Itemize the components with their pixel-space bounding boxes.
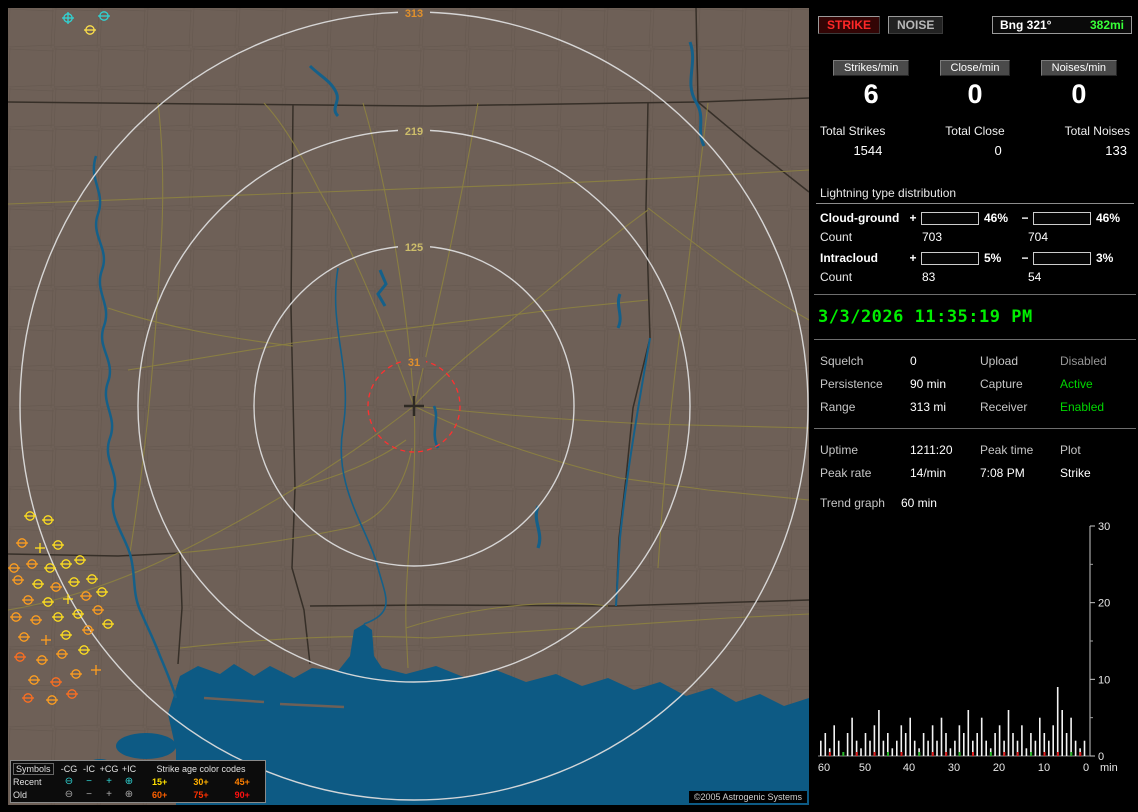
age-15: 15+	[152, 776, 168, 787]
cg-neg-icon: ⊖	[64, 775, 74, 787]
svg-text:30: 30	[1098, 522, 1110, 533]
distribution-title: Lightning type distribution	[816, 186, 1134, 204]
trend-graph: 30 20 10 0 60 50 40 30 20 10 0 min	[818, 521, 1138, 781]
intracloud-counts: Count 83 54	[820, 270, 1042, 284]
map-canvas: 313 219 125 31	[8, 8, 809, 805]
divider	[814, 428, 1136, 429]
bearing-label: Bng 321°	[1000, 18, 1052, 32]
legend-old-label: Old	[13, 789, 28, 800]
total-strikes: Total Strikes 1544	[820, 124, 886, 158]
trend-label: Trend graph	[820, 496, 885, 510]
svg-text:0: 0	[1083, 762, 1089, 774]
cg-neg-bar	[1033, 211, 1091, 225]
strike-indicator[interactable]: STRIKE	[818, 16, 881, 34]
ring-label-313: 313	[405, 8, 423, 20]
receiver-status: Enabled	[1060, 400, 1105, 414]
bearing-box: Bng 321° 382mi	[992, 16, 1132, 34]
rate-counters: Strikes/min 6 Close/min 0 Noises/min 0	[812, 60, 1138, 110]
trend-window: 60 min	[900, 496, 937, 510]
close-per-min-value: 0	[967, 79, 983, 109]
map-legend: Symbols -CG -IC +CG +IC Strike age color…	[10, 760, 266, 803]
age-75: 75+	[193, 789, 209, 800]
close-per-min: Close/min 0	[924, 60, 1026, 110]
legend-col-cg-neg: -CG	[60, 763, 78, 774]
copyright: ©2005 Astrogenic Systems	[688, 791, 807, 803]
total-counters: Total Strikes 1544 Total Close 0 Total N…	[812, 124, 1138, 158]
noises-per-min-value: 0	[1071, 79, 1087, 109]
legend-symbols-title: Symbols	[13, 762, 54, 775]
clock: 3/3/2026 11:35:19 PM	[818, 307, 1033, 327]
bearing-value: 382mi	[1089, 18, 1124, 32]
svg-text:20: 20	[1098, 598, 1110, 610]
cg-pos-bar	[921, 211, 979, 225]
ic-pos-icon: ⊕	[124, 775, 134, 787]
minus-sign: −	[1021, 251, 1029, 265]
legend-col-ic-pos: +IC	[121, 763, 137, 774]
cloud-ground-counts: Count 703 704	[820, 230, 1049, 244]
svg-text:20: 20	[993, 762, 1005, 774]
upload-status: Disabled	[1060, 354, 1107, 368]
total-close: Total Close 0	[945, 124, 1005, 158]
intracloud-row: Intracloud + 5% − 3%	[820, 251, 1114, 265]
noises-per-min-label: Noises/min	[1040, 60, 1118, 76]
age-30: 30+	[193, 776, 209, 787]
noises-per-min: Noises/min 0	[1028, 60, 1130, 110]
strikes-per-min: Strikes/min 6	[820, 60, 922, 110]
stats-table: Uptime 1211:20 Peak time Plot Peak rate …	[820, 443, 1091, 480]
svg-text:60: 60	[818, 762, 830, 774]
minus-sign: −	[1021, 211, 1029, 225]
legend-age-title: Strike age color codes	[156, 763, 246, 774]
svg-text:min: min	[1100, 762, 1118, 774]
ring-label-125: 125	[405, 242, 423, 254]
close-per-min-label: Close/min	[939, 60, 1011, 76]
total-noises: Total Noises 133	[1064, 124, 1130, 158]
noise-indicator[interactable]: NOISE	[888, 16, 944, 34]
capture-status: Active	[1060, 377, 1093, 391]
strikes-per-min-label: Strikes/min	[832, 60, 910, 76]
cloud-ground-row: Cloud-ground + 46% − 46%	[820, 211, 1121, 225]
ring-label-219: 219	[405, 126, 423, 138]
plus-sign: +	[909, 251, 917, 265]
svg-text:40: 40	[903, 762, 915, 774]
legend-col-ic-neg: -IC	[83, 763, 95, 774]
ic-neg-icon: −	[86, 775, 92, 787]
ring-label-31: 31	[408, 357, 420, 369]
cg-pos-old-icon: +	[106, 788, 112, 800]
age-60: 60+	[152, 789, 168, 800]
legend-col-cg-pos: +CG	[99, 763, 119, 774]
trend-header: Trend graph 60 min	[812, 484, 1138, 510]
lightning-monitor-app: 313 219 125 31 Symbols -CG -IC +CG +IC S…	[0, 0, 1138, 812]
ic-pos-old-icon: ⊕	[124, 788, 134, 800]
svg-text:10: 10	[1098, 674, 1110, 686]
divider	[814, 294, 1136, 295]
status-panel: STRIKE NOISE Bng 321° 382mi Strikes/min …	[812, 0, 1138, 812]
cg-pos-icon: +	[106, 775, 112, 787]
cg-neg-old-icon: ⊖	[64, 788, 74, 800]
svg-text:30: 30	[948, 762, 960, 774]
ic-neg-bar	[1033, 251, 1091, 265]
svg-text:50: 50	[859, 762, 871, 774]
ic-neg-old-icon: −	[86, 788, 92, 800]
indicator-bar: STRIKE NOISE Bng 321° 382mi	[818, 16, 1132, 34]
strikes-per-min-value: 6	[863, 79, 879, 109]
settings-table: Squelch 0 Upload Disabled Persistence 90…	[812, 350, 1138, 418]
legend-recent-label: Recent	[13, 776, 42, 787]
age-45: 45+	[234, 776, 250, 787]
lightning-map[interactable]: 313 219 125 31 Symbols -CG -IC +CG +IC S…	[8, 8, 809, 805]
svg-text:10: 10	[1038, 762, 1050, 774]
divider	[814, 339, 1136, 340]
ic-pos-bar	[921, 251, 979, 265]
plus-sign: +	[909, 211, 917, 225]
age-90: 90+	[234, 789, 250, 800]
